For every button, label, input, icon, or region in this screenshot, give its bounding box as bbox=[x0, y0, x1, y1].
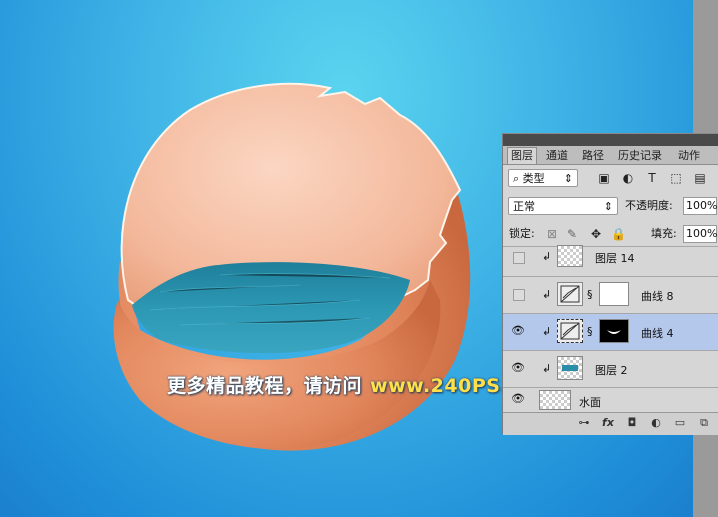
clip-arrow-icon: ↲ bbox=[542, 325, 552, 338]
lock-position-icon[interactable]: ✥ bbox=[589, 227, 603, 241]
layer-mask-thumbnail[interactable] bbox=[599, 282, 629, 306]
eye-icon[interactable]: 👁 bbox=[511, 361, 525, 375]
tab-layers[interactable]: 图层 bbox=[507, 147, 537, 164]
layer-row-selected[interactable]: 👁 ↲ § 曲线 4 bbox=[503, 313, 718, 350]
fx-icon[interactable]: fx bbox=[601, 416, 615, 430]
folder-icon[interactable]: ▭ bbox=[673, 416, 687, 430]
layer-mask-thumbnail[interactable] bbox=[599, 319, 629, 343]
layer-name[interactable]: 图层 2 bbox=[595, 362, 628, 378]
smart-object-filter-icon[interactable]: ▤ bbox=[693, 171, 707, 185]
clip-arrow-icon: ↲ bbox=[542, 288, 552, 301]
layer-thumbnail bbox=[557, 356, 583, 380]
new-layer-icon[interactable]: ⧉ bbox=[697, 416, 711, 430]
layer-thumbnail bbox=[557, 245, 583, 267]
layer-name[interactable]: 水面 bbox=[579, 394, 601, 410]
blend-mode-select[interactable]: 正常 ⇕ bbox=[508, 197, 618, 215]
fill-label: 填充: bbox=[651, 227, 677, 240]
blend-mode-label: 正常 bbox=[513, 200, 535, 213]
layer-row[interactable]: ↲ § 曲线 8 bbox=[503, 276, 718, 313]
clip-arrow-icon: ↲ bbox=[542, 250, 552, 263]
curves-adjustment-icon bbox=[557, 319, 583, 343]
layer-name[interactable]: 图层 14 bbox=[595, 250, 635, 266]
chevron-updown-icon: ⇕ bbox=[603, 200, 613, 213]
adjustment-icon[interactable]: ◐ bbox=[649, 416, 663, 430]
chevron-updown-icon: ⇕ bbox=[563, 172, 573, 185]
tab-actions[interactable]: 动作 bbox=[675, 148, 703, 164]
search-icon: ⌕ bbox=[513, 172, 523, 185]
tab-history[interactable]: 历史记录 bbox=[615, 148, 665, 164]
lock-label: 锁定: bbox=[509, 227, 535, 240]
layers-panel: 图层 通道 路径 历史记录 动作 ⌕ 类型 ⇕ ▣ ◐ T ⬚ ▤ 正常 ⇕ 不透明… bbox=[502, 133, 718, 435]
lock-all-icon[interactable]: 🔒 bbox=[611, 227, 626, 241]
eye-icon[interactable]: 👁 bbox=[511, 392, 525, 406]
link-icon[interactable]: ⊶ bbox=[577, 416, 591, 430]
shape-filter-icon[interactable]: ⬚ bbox=[669, 171, 683, 185]
curves-adjustment-icon bbox=[557, 282, 583, 306]
type-filter-icon[interactable]: T bbox=[645, 171, 659, 185]
panel-title-bar[interactable] bbox=[503, 134, 718, 146]
visibility-toggle[interactable] bbox=[513, 252, 525, 264]
lock-row: 锁定: ⊠ ✎ ✥ 🔒 填充: 100% bbox=[503, 225, 718, 247]
mask-icon[interactable]: ◘ bbox=[625, 416, 639, 430]
filter-row: ⌕ 类型 ⇕ ▣ ◐ T ⬚ ▤ bbox=[503, 169, 718, 191]
fill-field[interactable]: 100% bbox=[683, 225, 717, 243]
tab-paths[interactable]: 路径 bbox=[579, 148, 607, 164]
filter-kind-label: 类型 bbox=[522, 172, 545, 185]
eye-icon[interactable]: 👁 bbox=[511, 324, 525, 338]
layer-name[interactable]: 曲线 4 bbox=[641, 325, 674, 341]
layer-thumbnail bbox=[539, 390, 571, 410]
panel-tabs: 图层 通道 路径 历史记录 动作 bbox=[503, 146, 718, 165]
lock-pixels-brush-icon[interactable]: ✎ bbox=[565, 227, 579, 241]
adjustment-filter-icon[interactable]: ◐ bbox=[621, 171, 635, 185]
visibility-toggle[interactable] bbox=[513, 289, 525, 301]
opacity-field[interactable]: 100% bbox=[683, 197, 717, 215]
watermark: 更多精品教程，请访问 www.240PS.com bbox=[167, 371, 554, 398]
layer-row[interactable]: 👁 水面 bbox=[503, 387, 718, 413]
chain-link-icon[interactable]: § bbox=[587, 325, 593, 338]
lock-transparent-icon[interactable]: ⊠ bbox=[545, 227, 559, 241]
opacity-label: 不透明度: bbox=[625, 199, 673, 212]
blend-row: 正常 ⇕ 不透明度: 100% bbox=[503, 197, 718, 219]
pixel-filter-icon[interactable]: ▣ bbox=[597, 171, 611, 185]
clip-arrow-icon: ↲ bbox=[542, 362, 552, 375]
chain-link-icon[interactable]: § bbox=[587, 288, 593, 301]
filter-kind-select[interactable]: ⌕ 类型 ⇕ bbox=[508, 169, 578, 187]
layer-row[interactable]: 👁 ↲ 图层 2 bbox=[503, 350, 718, 387]
layer-name[interactable]: 曲线 8 bbox=[641, 288, 674, 304]
watermark-text: 更多精品教程，请访问 bbox=[167, 375, 363, 397]
layer-row[interactable]: ↲ 图层 14 bbox=[503, 245, 718, 269]
panel-bottom-toolbar: ⊶ fx ◘ ◐ ▭ ⧉ bbox=[503, 412, 718, 435]
tab-channels[interactable]: 通道 bbox=[543, 148, 571, 164]
